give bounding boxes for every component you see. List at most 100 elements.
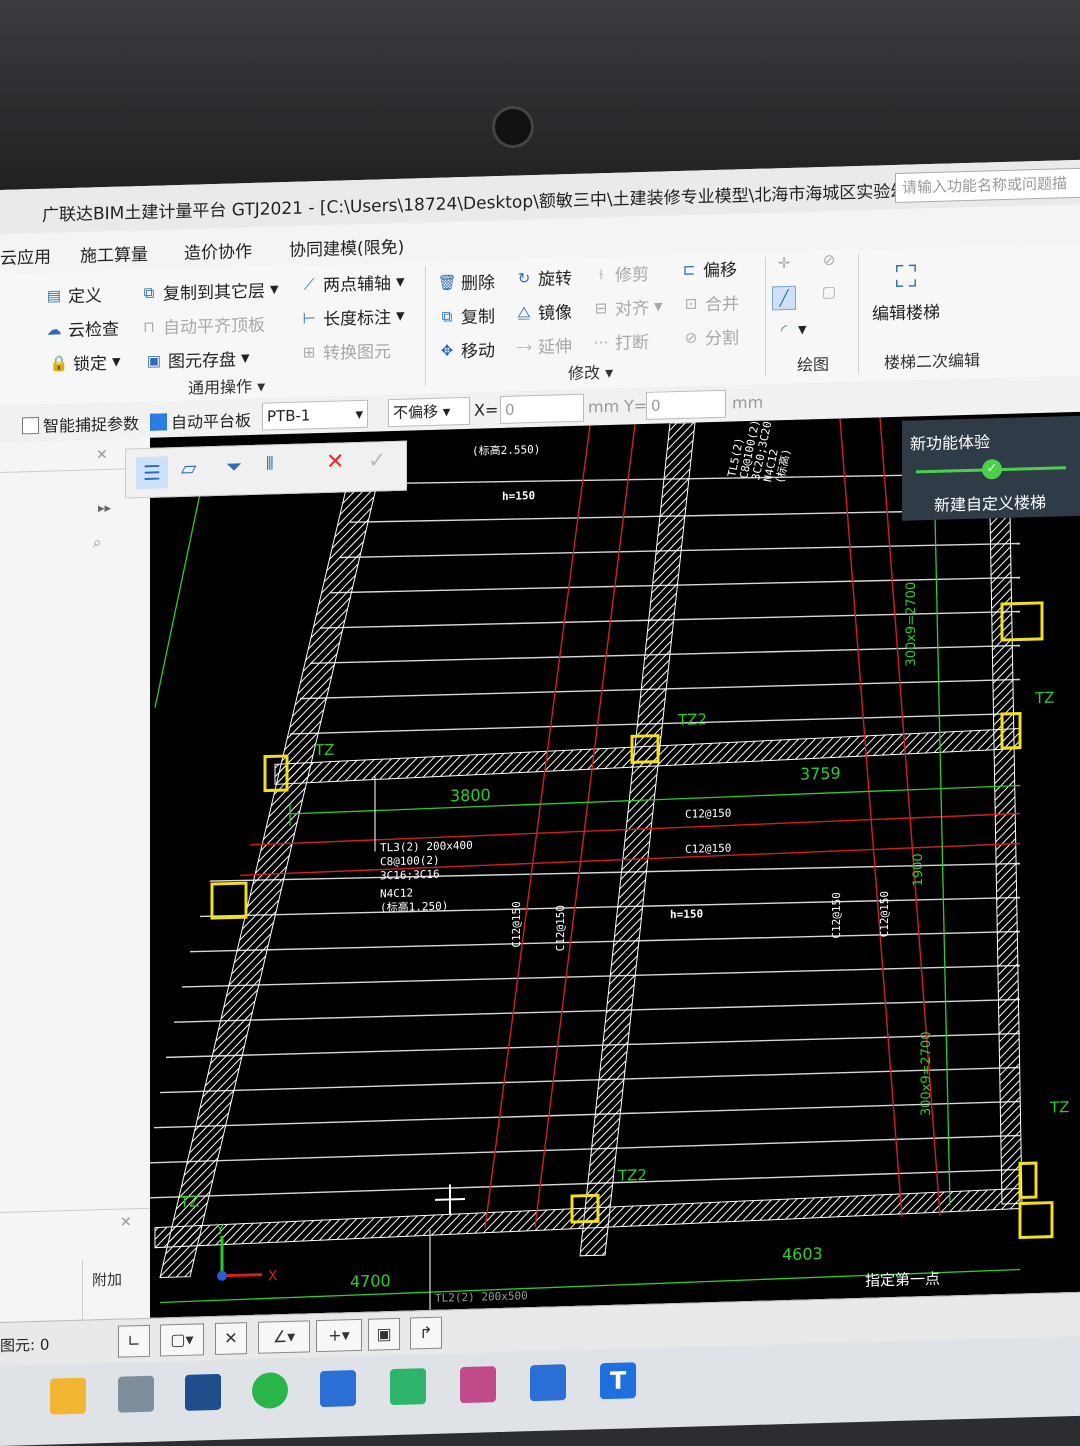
- rotate-icon: ↻: [517, 268, 531, 288]
- common-ops-group-label: 通用操作 ▾: [188, 376, 266, 398]
- delete-button[interactable]: 🗑 删除: [437, 268, 495, 295]
- lock-button[interactable]: 🔒 锁定 ▾: [50, 349, 121, 376]
- railing-icon[interactable]: ⫴: [266, 453, 274, 474]
- search-icon[interactable]: ⌕: [93, 533, 101, 551]
- dim-label: 1900: [911, 853, 926, 887]
- mirror-icon: ⧋: [517, 302, 531, 322]
- rotate-button[interactable]: ↻ 旋转: [515, 264, 572, 291]
- cad-label: C12@150: [878, 891, 891, 938]
- screen: 广联达BIM土建计量平台 GTJ2021 - [C:\Users\18724\D…: [0, 159, 1080, 1446]
- mirror-button[interactable]: ⧋ 镜像: [515, 298, 572, 325]
- extend-button[interactable]: ⤍ 延伸: [515, 332, 572, 359]
- y-input[interactable]: 0: [646, 389, 726, 420]
- split-label: 分割: [705, 328, 739, 350]
- smart-snap-toggle[interactable]: 智能捕捉参数: [22, 410, 139, 437]
- stair-layer-icon[interactable]: ☰: [136, 456, 168, 490]
- cad-label: C12@150: [510, 901, 523, 948]
- angle-icon[interactable]: ∠▾: [258, 1320, 310, 1354]
- define-label: 定义: [68, 286, 102, 308]
- save-element-button[interactable]: ▣ 图元存盘 ▾: [145, 345, 250, 373]
- checkbox-icon: [22, 416, 39, 435]
- confirm-icon[interactable]: ✓: [368, 448, 386, 474]
- screen-app-icon[interactable]: [390, 1368, 426, 1406]
- column-tag: TZ2: [617, 1166, 647, 1185]
- move-button[interactable]: ✥ 移动: [438, 336, 495, 363]
- x-input[interactable]: 0: [500, 393, 584, 425]
- rect-select-icon[interactable]: ▢▾: [160, 1323, 204, 1357]
- funnel-icon[interactable]: ⏷: [226, 454, 242, 478]
- dim-label: 4603: [782, 1244, 823, 1264]
- display-icon[interactable]: ▣: [368, 1317, 400, 1351]
- cross-select-icon[interactable]: ✕: [215, 1322, 247, 1355]
- image-viewer-icon[interactable]: [118, 1375, 154, 1413]
- column-tag: TZ: [314, 741, 334, 760]
- orthogonal-icon[interactable]: ∟: [118, 1324, 150, 1358]
- save-element-label: 图元存盘: [168, 350, 236, 373]
- split-button[interactable]: ⊘ 分割: [682, 323, 739, 350]
- archive-icon[interactable]: [460, 1366, 496, 1404]
- stair-group-label: 楼梯二次编辑: [884, 350, 981, 373]
- cad-label: 3C16;3C16: [380, 868, 440, 883]
- convert-label: 转换图元: [323, 342, 391, 364]
- cad-canvas[interactable]: (标高2.550) h=150 TL3(2) 200x400 C8@100(2)…: [150, 411, 1080, 1318]
- cloud-check-label: 云检查: [68, 319, 119, 342]
- cloud-check-button[interactable]: ☁ 云检查: [45, 315, 120, 342]
- auto-flush-top-button[interactable]: ⊓ 自动平齐顶板: [140, 311, 265, 339]
- save-element-icon: ▣: [146, 351, 162, 370]
- align-button[interactable]: ⊟ 对齐 ▾: [592, 293, 663, 320]
- ribbon-separator: [765, 256, 766, 377]
- break-button[interactable]: ⋯ 打断: [592, 328, 650, 355]
- offset-select[interactable]: 不偏移 ▾: [388, 396, 470, 428]
- cad-app-icon[interactable]: [185, 1373, 221, 1411]
- function-search-input[interactable]: 请输入功能名称或问题描: [895, 167, 1080, 204]
- column-tag: TZ2: [677, 710, 707, 729]
- menu-collab-modeling[interactable]: 协同建模(限免): [289, 233, 404, 261]
- close-icon[interactable]: ✕: [96, 447, 108, 463]
- two-point-axis-button[interactable]: ⟋ 两点辅轴 ▾: [300, 269, 405, 297]
- element-value: PTB-1: [267, 406, 311, 426]
- convert-element-button[interactable]: ⊞ 转换图元: [300, 337, 391, 365]
- cad-label: C12@150: [554, 905, 567, 952]
- length-dimension-button[interactable]: ⊢ 长度标注 ▾: [300, 303, 404, 331]
- ribbon-separator: [858, 254, 859, 375]
- copy-icon: ⧉: [441, 306, 453, 326]
- element-select[interactable]: PTB-1 ▾: [262, 399, 368, 431]
- gtj-app-icon[interactable]: T: [600, 1362, 636, 1400]
- define-button[interactable]: ▤ 定义: [45, 281, 102, 308]
- rectangle-icon: ▢: [821, 282, 837, 302]
- column-divider: [82, 1259, 83, 1320]
- define-icon: ▤: [46, 285, 62, 305]
- divider: [0, 1207, 150, 1213]
- selected-count: 图元: 0: [0, 1335, 50, 1355]
- cancel-icon[interactable]: ✕: [326, 449, 344, 475]
- cad-label: TL3(2) 200x400: [380, 839, 473, 855]
- trim-button[interactable]: ⟊ 修剪: [592, 260, 649, 287]
- slab-icon[interactable]: ▱: [181, 456, 196, 480]
- window-app-icon[interactable]: [530, 1364, 566, 1402]
- document-app-icon[interactable]: [320, 1370, 356, 1408]
- line-draw-button[interactable]: ╱: [772, 285, 796, 311]
- file-explorer-icon[interactable]: [50, 1377, 86, 1415]
- extend-icon: ⤍: [516, 336, 532, 356]
- expand-icon[interactable]: ▸▸: [98, 501, 111, 516]
- auto-flush-toggle[interactable]: 自动平台板: [150, 407, 251, 434]
- point-draw-button[interactable]: ✛: [775, 254, 793, 273]
- copy-to-floor-button[interactable]: ⧉ 复制到其它层 ▾: [140, 276, 279, 305]
- menu-cost-collaboration[interactable]: 造价协作: [184, 237, 252, 264]
- length-dim-label: 长度标注: [323, 308, 391, 330]
- rect-draw-button[interactable]: ▢: [820, 283, 838, 302]
- edit-stair-button[interactable]: ⛶ 编辑楼梯: [872, 258, 940, 325]
- curve-icon[interactable]: ↱: [410, 1316, 442, 1350]
- merge-button[interactable]: ⊡ 合并: [682, 289, 739, 316]
- offset-button[interactable]: ⊏ 偏移: [680, 255, 737, 282]
- axis-x-label: X: [268, 1268, 278, 1284]
- menu-construction-quantity[interactable]: 施工算量: [80, 240, 148, 267]
- snap-icon[interactable]: +▾: [316, 1318, 362, 1353]
- circle-draw-button[interactable]: ⊘: [820, 251, 838, 270]
- close-icon[interactable]: ✕: [120, 1214, 132, 1230]
- arc-draw-button[interactable]: ◜ ▾: [775, 319, 806, 340]
- menu-cloud-app[interactable]: 云应用: [0, 243, 51, 269]
- copy-button[interactable]: ⧉ 复制: [438, 302, 495, 329]
- wechat-icon[interactable]: [252, 1371, 288, 1409]
- new-custom-stair-link[interactable]: 新建自定义楼梯: [934, 489, 1046, 516]
